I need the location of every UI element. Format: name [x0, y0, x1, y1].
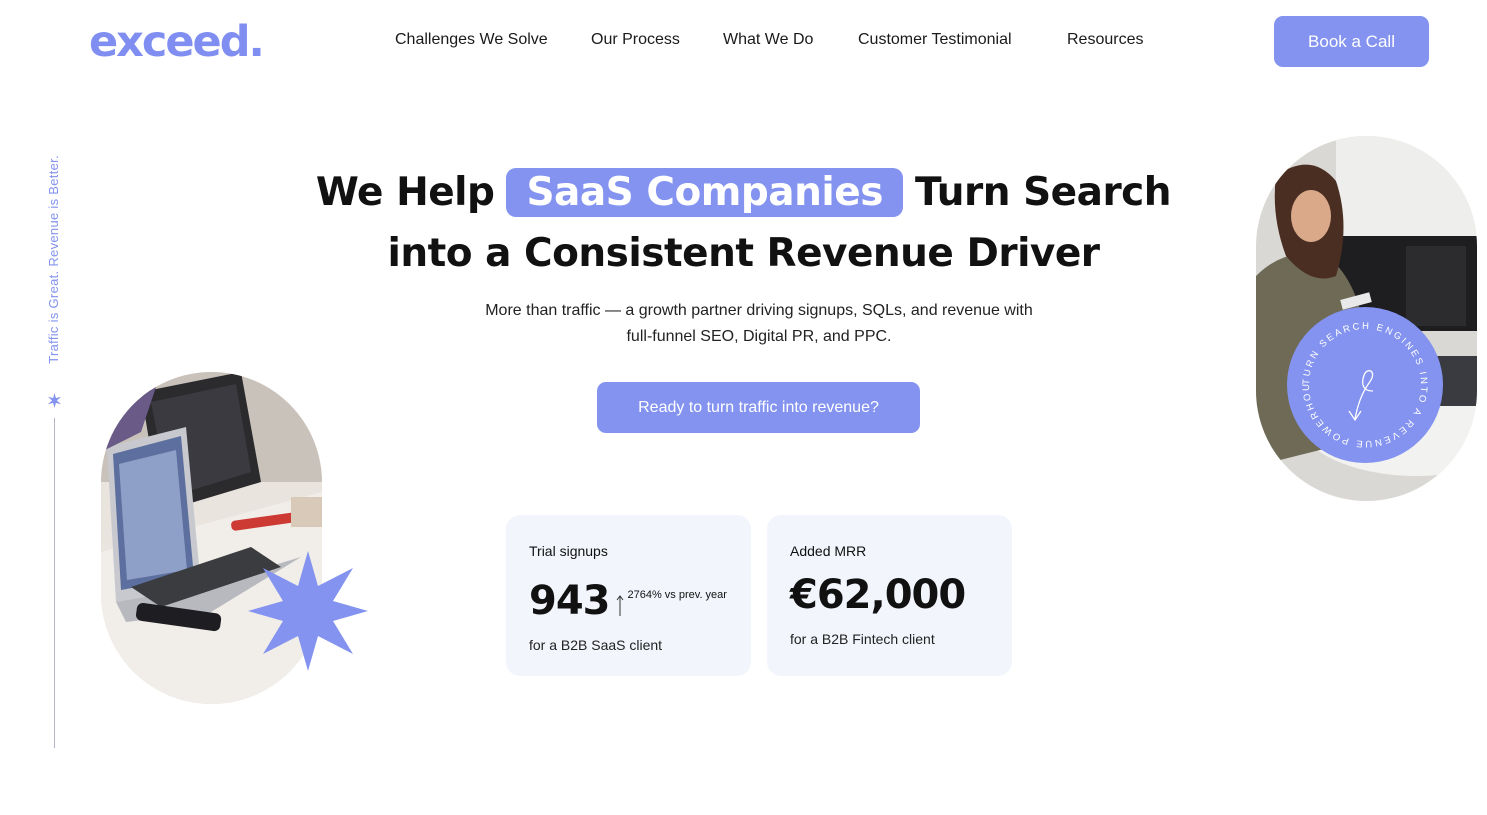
stat-delta: 2764% vs prev. year: [616, 573, 727, 617]
nav-item-resources[interactable]: Resources: [1067, 31, 1143, 49]
hero-cta-button[interactable]: Ready to turn traffic into revenue?: [597, 382, 920, 433]
stat-delta-text: 2764% vs prev. year: [627, 589, 727, 601]
stat-desc: for a B2B Fintech client: [790, 631, 935, 647]
star-icon: [248, 551, 368, 671]
nav-item-testimonial[interactable]: Customer Testimonial: [858, 31, 1012, 49]
hero-subtitle-line1: More than traffic — a growth partner dri…: [485, 302, 1033, 319]
stat-value-row: €62,000: [790, 573, 989, 617]
hero-subtitle: More than traffic — a growth partner dri…: [443, 298, 1075, 350]
arrow-up-icon: [616, 595, 623, 616]
book-call-button[interactable]: Book a Call: [1274, 16, 1429, 67]
stat-card-trial-signups: Trial signups 943 2764% vs prev. year fo…: [506, 515, 751, 676]
stat-card-added-mrr: Added MRR €62,000 for a B2B Fintech clie…: [767, 515, 1012, 676]
stat-value: €62,000: [790, 572, 966, 618]
side-divider: [54, 418, 55, 748]
stat-desc: for a B2B SaaS client: [529, 637, 663, 653]
logo[interactable]: exceed.: [89, 14, 265, 70]
sparkle-icon: [47, 393, 62, 408]
rotating-badge: TURN SEARCH ENGINES INTO A REVENUE POWER…: [1287, 307, 1443, 463]
hero-title-post: Turn Search: [914, 169, 1172, 215]
nav-item-process[interactable]: Our Process: [591, 31, 680, 49]
stat-value-row: 943 2764% vs prev. year: [529, 573, 728, 623]
hero-title-highlight: SaaS Companies: [506, 167, 903, 217]
hero-subtitle-line2: full-funnel SEO, Digital PR, and PPC.: [626, 328, 892, 345]
stat-label: Trial signups: [529, 543, 608, 559]
nav-item-challenges[interactable]: Challenges We Solve: [395, 31, 548, 49]
nav-item-what-we-do[interactable]: What We Do: [723, 31, 813, 49]
stat-label: Added MRR: [790, 543, 867, 559]
stat-value: 943: [529, 578, 610, 624]
hero-title-pre: We Help: [315, 169, 495, 215]
